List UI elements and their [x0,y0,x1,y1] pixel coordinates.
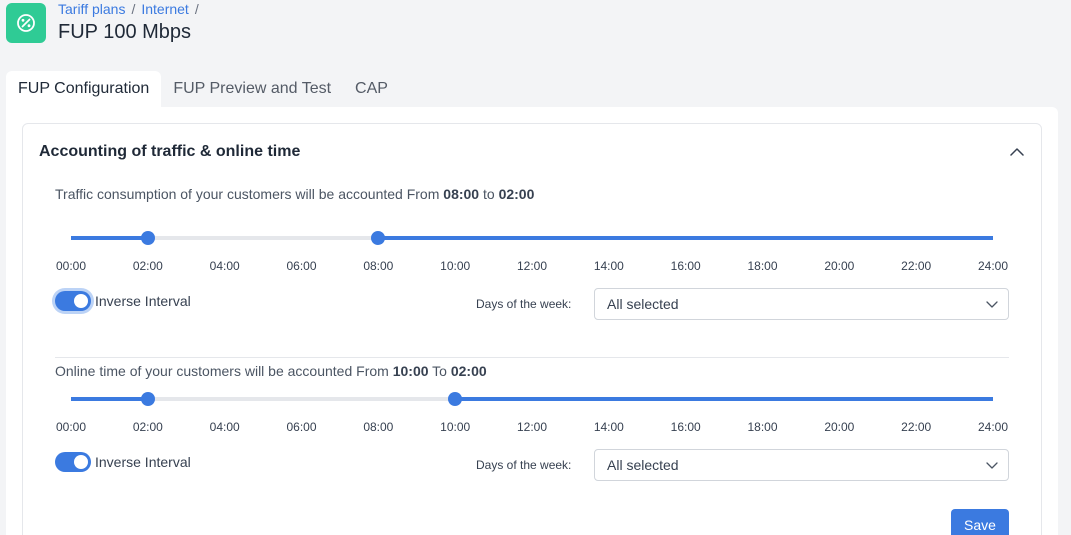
online-time-slider[interactable] [71,392,993,406]
tab-panel: Accounting of traffic & online time Traf… [6,107,1058,535]
online-inverse-label: Inverse Interval [95,454,191,470]
traffic-to-time: 02:00 [498,186,535,202]
traffic-from-time: 08:00 [443,186,480,202]
online-days-value: All selected [607,457,679,473]
traffic-days-label: Days of the week: [476,297,572,311]
axis-tick-label: 00:00 [55,259,87,273]
axis-tick-label: 24:00 [977,259,1009,273]
chevron-down-icon [986,462,998,469]
online-from-time: 10:00 [392,363,429,379]
traffic-inverse-toggle[interactable] [55,291,91,311]
online-accounting-text: Online time of your customers will be ac… [55,363,487,379]
axis-tick-label: 08:00 [363,259,394,273]
axis-tick-label: 14:00 [593,259,624,273]
slider-handle-start[interactable] [140,392,155,406]
save-button[interactable]: Save [951,509,1009,535]
traffic-connector: to [482,186,495,202]
toggle-knob [74,455,88,469]
tab-cap[interactable]: CAP [343,71,400,107]
axis-tick-label: 02:00 [132,259,163,273]
traffic-inverse-label: Inverse Interval [95,293,191,309]
axis-tick-label: 24:00 [977,420,1009,434]
traffic-text-prefix: Traffic consumption of your customers wi… [55,186,440,202]
online-inverse-toggle[interactable] [55,452,91,472]
chevron-up-icon[interactable] [1009,144,1025,160]
online-days-label: Days of the week: [476,458,572,472]
breadcrumb-separator: / [194,1,199,17]
axis-tick-label: 04:00 [209,420,240,434]
axis-tick-label: 00:00 [55,420,87,434]
section-divider [55,357,1009,358]
axis-tick-label: 10:00 [440,420,471,434]
axis-tick-label: 06:00 [286,420,317,434]
slider-handle-start[interactable] [140,231,155,245]
online-days-select[interactable]: All selected [594,449,1009,481]
online-inverse-interval: Inverse Interval [55,452,191,472]
traffic-time-slider[interactable] [71,231,993,245]
axis-tick-label: 18:00 [747,420,778,434]
breadcrumb-separator: / [131,1,136,17]
slider-fill-left [71,236,148,240]
breadcrumb: Tariff plans / Internet / [58,1,199,17]
online-to-time: 02:00 [450,363,487,379]
app-percent-icon [6,3,46,43]
axis-tick-label: 18:00 [747,259,778,273]
slider-fill-right [455,397,993,401]
traffic-days-value: All selected [607,296,679,312]
axis-tick-label: 10:00 [440,259,471,273]
axis-tick-label: 20:00 [824,420,855,434]
axis-tick-label: 04:00 [209,259,240,273]
slider-fill-left [71,397,148,401]
axis-tick-label: 14:00 [593,420,624,434]
axis-tick-label: 12:00 [516,259,548,273]
axis-tick-label: 22:00 [901,259,932,273]
tab-fup-configuration[interactable]: FUP Configuration [6,71,162,107]
toggle-knob [74,294,88,308]
slider-fill-right [378,236,993,240]
axis-tick-label: 16:00 [670,259,701,273]
axis-tick-label: 06:00 [286,259,317,273]
axis-tick-label: 16:00 [670,420,701,434]
page-title: FUP 100 Mbps [58,21,192,43]
tab-bar: FUP Configuration FUP Preview and Test C… [6,71,400,107]
online-connector: To [432,363,447,379]
axis-tick-label: 02:00 [132,420,163,434]
tab-fup-preview-and-test[interactable]: FUP Preview and Test [161,71,343,107]
axis-tick-label: 22:00 [901,420,932,434]
breadcrumb-internet[interactable]: Internet [141,1,188,17]
axis-tick-label: 12:00 [516,420,548,434]
traffic-days-select[interactable]: All selected [594,288,1009,320]
axis-tick-label: 20:00 [824,259,855,273]
slider-handle-end[interactable] [448,392,463,406]
slider-handle-end[interactable] [371,231,386,245]
traffic-inverse-interval: Inverse Interval [55,291,191,311]
breadcrumb-tariff-plans[interactable]: Tariff plans [58,1,125,17]
traffic-axis-ticks: 00:00 02:00 04:00 06:00 08:00 10:00 12:00 14:00… [56,259,1008,275]
online-text-prefix: Online time of your customers will be ac… [55,363,389,379]
card-title: Accounting of traffic & online time [39,143,301,160]
traffic-accounting-text: Traffic consumption of your customers wi… [55,186,534,202]
online-axis-ticks: 00:00 02:00 04:00 06:00 08:00 10:00 12:00 14:00… [56,420,1008,436]
chevron-down-icon [986,301,998,308]
axis-tick-label: 08:00 [363,420,394,434]
accounting-card: Accounting of traffic & online time Traf… [22,123,1042,535]
